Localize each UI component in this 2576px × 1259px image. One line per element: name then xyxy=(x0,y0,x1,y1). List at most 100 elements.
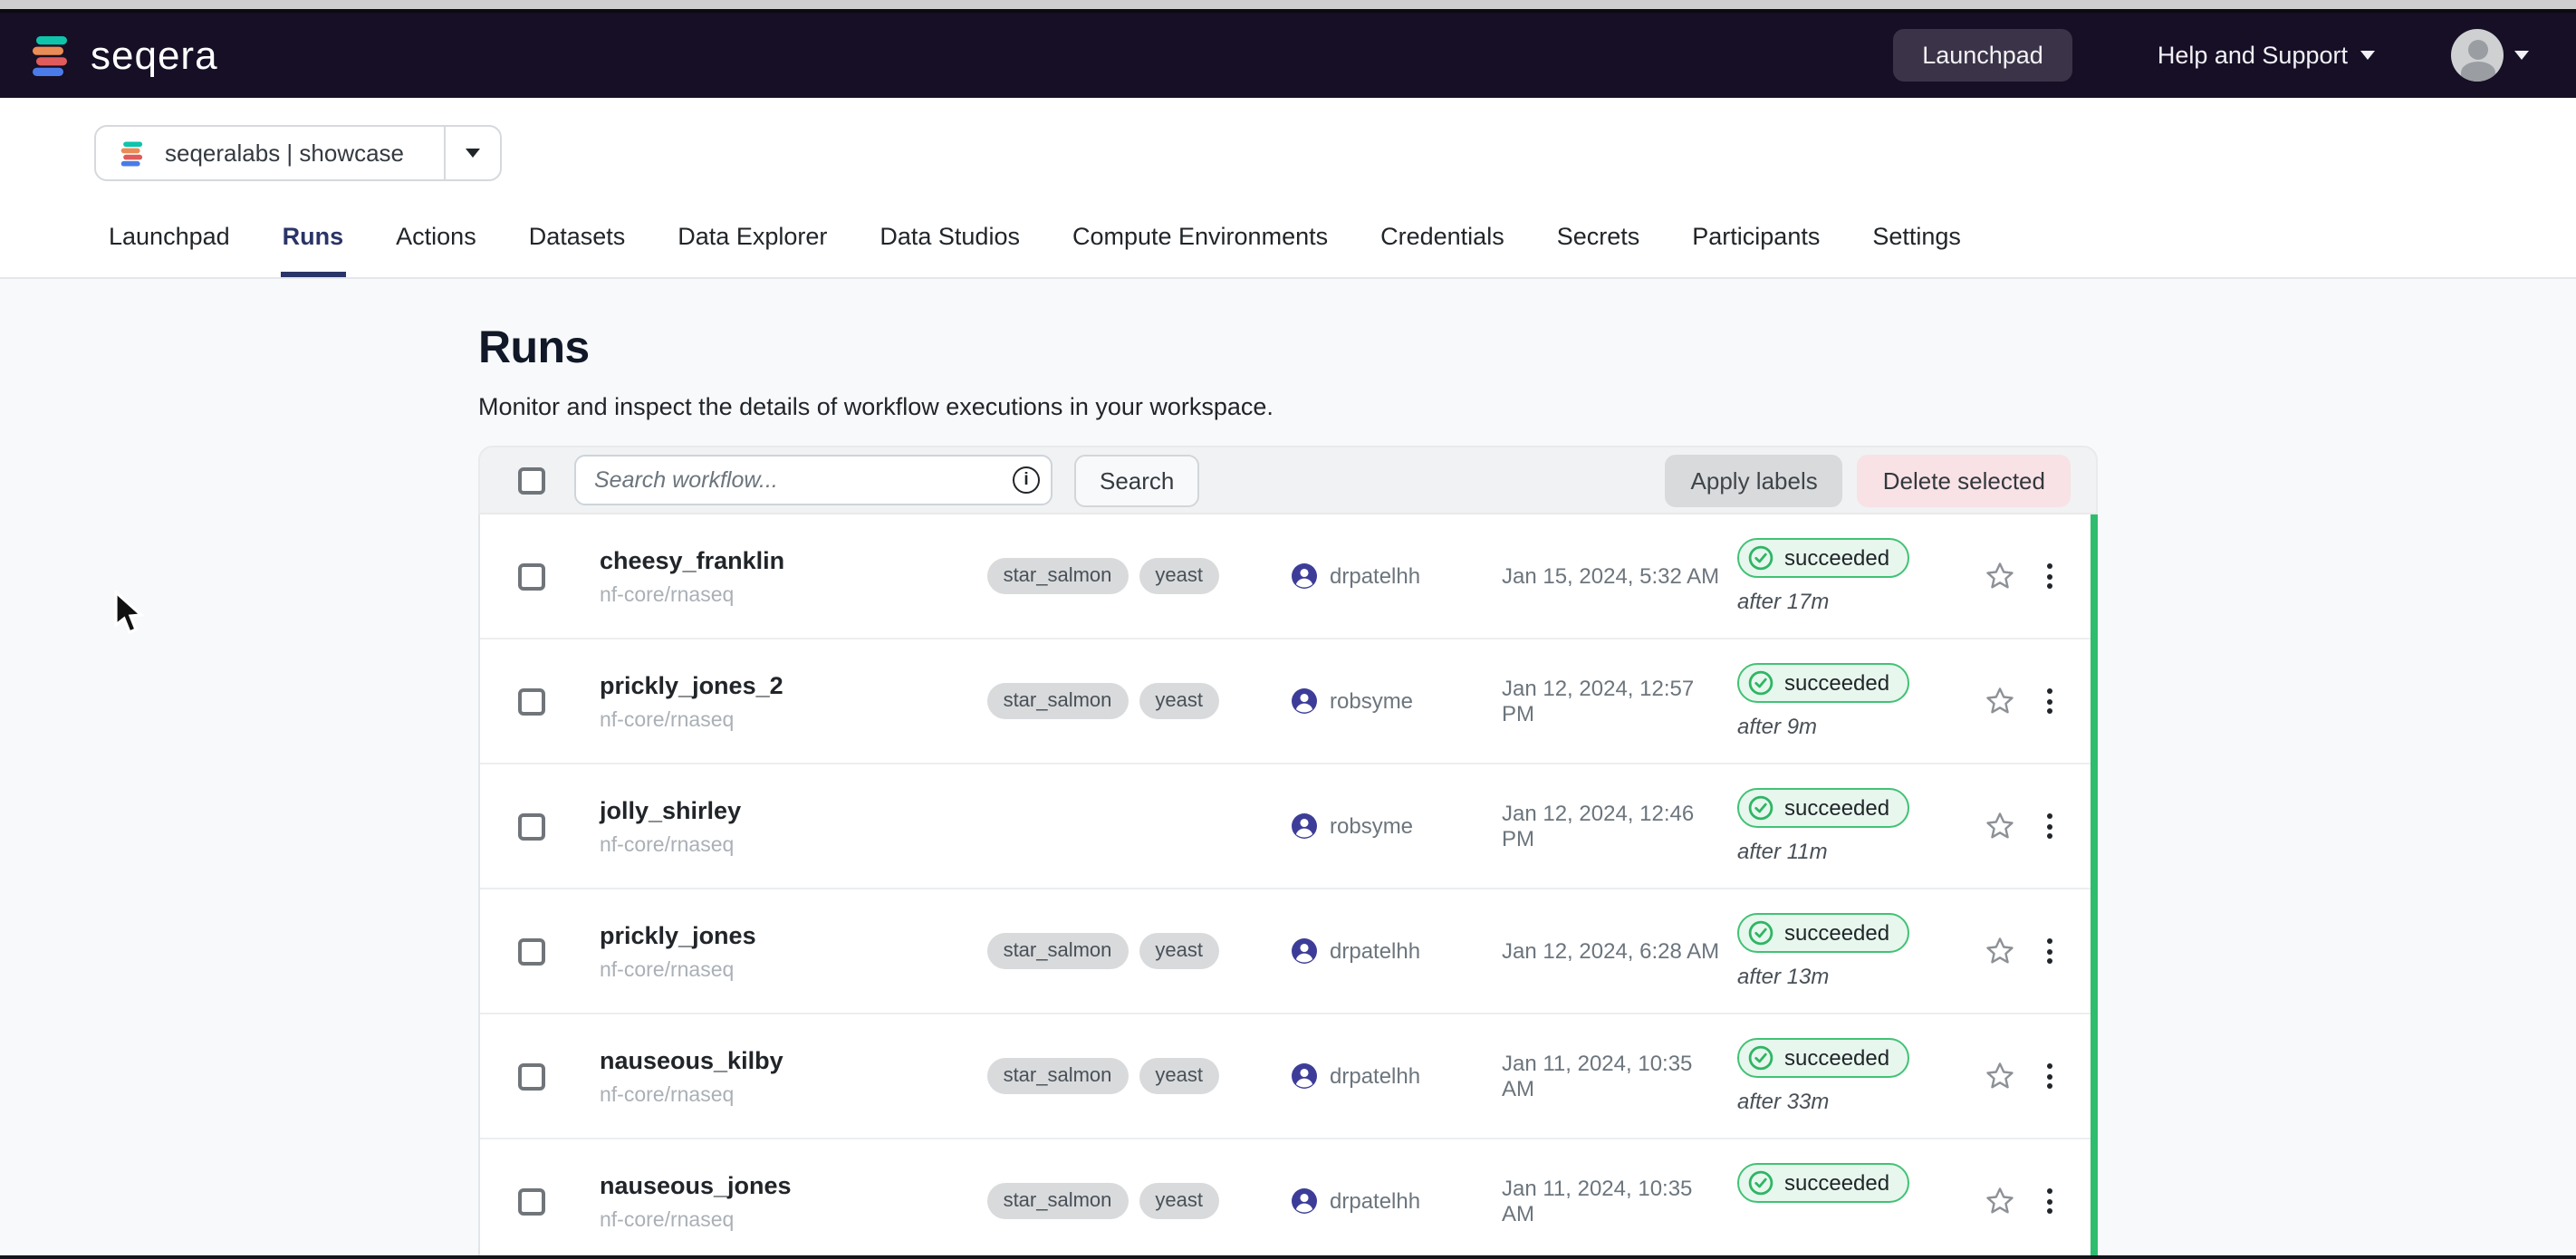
check-circle-icon xyxy=(1748,920,1773,946)
user-menu[interactable] xyxy=(2451,29,2529,82)
tab-settings[interactable]: Settings xyxy=(1870,219,1963,277)
label-pill: star_salmon xyxy=(987,933,1129,969)
status-label: succeeded xyxy=(1784,670,1889,696)
run-duration: after 17m xyxy=(1737,589,1966,614)
select-all-checkbox[interactable] xyxy=(518,466,545,494)
run-pipeline: nf-core/rnaseq xyxy=(600,584,980,606)
avatar xyxy=(2451,29,2504,82)
run-duration: after 11m xyxy=(1737,839,1966,864)
tab-actions[interactable]: Actions xyxy=(394,219,478,277)
workspace-selector[interactable]: seqeralabs | showcase xyxy=(94,125,502,181)
run-duration: after 13m xyxy=(1737,964,1966,989)
run-date: Jan 12, 2024, 6:28 AM xyxy=(1502,938,1723,964)
check-circle-icon xyxy=(1748,1170,1773,1196)
status-badge: succeeded xyxy=(1737,538,1909,578)
help-and-support-menu[interactable]: Help and Support xyxy=(2158,42,2375,69)
content-area: Runs Monitor and inspect the details of … xyxy=(0,279,2576,1226)
run-name[interactable]: prickly_jones_2 xyxy=(600,671,980,698)
run-duration xyxy=(1737,1214,1966,1239)
run-date: Jan 11, 2024, 10:35 AM xyxy=(1502,1176,1723,1226)
run-name[interactable]: cheesy_franklin xyxy=(600,546,980,573)
label-pill: yeast xyxy=(1139,1058,1219,1094)
run-row[interactable]: jolly_shirley nf-core/rnaseq robsyme xyxy=(480,764,2096,889)
tab-credentials[interactable]: Credentials xyxy=(1379,219,1506,277)
tab-participants[interactable]: Participants xyxy=(1690,219,1821,277)
run-date: Jan 12, 2024, 12:46 PM xyxy=(1502,801,1723,851)
tab-compute-environments[interactable]: Compute Environments xyxy=(1071,219,1330,277)
run-date: Jan 15, 2024, 5:32 AM xyxy=(1502,563,1723,589)
run-duration: after 9m xyxy=(1737,714,1966,739)
tab-datasets[interactable]: Datasets xyxy=(527,219,628,277)
info-icon[interactable]: i xyxy=(1013,466,1040,494)
run-date: Jan 12, 2024, 12:57 PM xyxy=(1502,676,1723,726)
check-circle-icon xyxy=(1748,670,1773,696)
seqera-brand[interactable]: seqera xyxy=(27,32,218,79)
star-button[interactable] xyxy=(1966,810,2034,842)
brand-name: seqera xyxy=(91,32,218,79)
row-menu-button[interactable] xyxy=(2034,688,2063,714)
workspace-name: seqeralabs | showcase xyxy=(165,139,404,167)
star-icon xyxy=(1984,935,2016,967)
star-icon xyxy=(1984,810,2016,842)
seqera-logo-icon xyxy=(27,32,74,79)
run-labels: star_salmonyeast xyxy=(980,1058,1219,1094)
run-row[interactable]: prickly_jones nf-core/rnaseq star_salmon… xyxy=(480,889,2096,1014)
star-button[interactable] xyxy=(1966,560,2034,592)
row-menu-button[interactable] xyxy=(2034,938,2063,964)
star-button[interactable] xyxy=(1966,1060,2034,1092)
launchpad-button[interactable]: Launchpad xyxy=(1893,29,2072,82)
run-row[interactable]: nauseous_jones nf-core/rnaseq star_salmo… xyxy=(480,1139,2096,1259)
runs-toolbar: i Search Apply labels Delete selected xyxy=(478,446,2098,514)
run-name[interactable]: nauseous_kilby xyxy=(600,1046,980,1073)
run-user: drpatelhh xyxy=(1330,1188,1420,1214)
page-subtitle: Monitor and inspect the details of workf… xyxy=(478,393,2098,420)
check-circle-icon xyxy=(1748,545,1773,571)
row-menu-button[interactable] xyxy=(2034,1063,2063,1089)
status-badge: succeeded xyxy=(1737,913,1909,953)
apply-labels-button[interactable]: Apply labels xyxy=(1666,454,1843,506)
tab-data-explorer[interactable]: Data Explorer xyxy=(676,219,829,277)
run-user: robsyme xyxy=(1330,813,1413,839)
run-row[interactable]: cheesy_franklin nf-core/rnaseq star_salm… xyxy=(480,514,2096,639)
star-button[interactable] xyxy=(1966,685,2034,717)
run-row[interactable]: nauseous_kilby nf-core/rnaseq star_salmo… xyxy=(480,1014,2096,1139)
row-checkbox[interactable] xyxy=(518,1062,545,1090)
window-top-edge xyxy=(0,0,2576,13)
row-checkbox[interactable] xyxy=(518,812,545,840)
star-button[interactable] xyxy=(1966,1185,2034,1217)
chevron-down-icon xyxy=(2360,51,2375,60)
run-row[interactable]: prickly_jones_2 nf-core/rnaseq star_salm… xyxy=(480,639,2096,764)
runs-list: cheesy_franklin nf-core/rnaseq star_salm… xyxy=(478,514,2098,1259)
label-pill: star_salmon xyxy=(987,558,1129,594)
user-icon xyxy=(1292,1188,1317,1214)
chevron-down-icon xyxy=(2514,51,2529,60)
tab-secrets[interactable]: Secrets xyxy=(1555,219,1642,277)
delete-selected-button[interactable]: Delete selected xyxy=(1858,454,2071,506)
run-user: drpatelhh xyxy=(1330,1063,1420,1089)
row-checkbox[interactable] xyxy=(518,937,545,965)
search-input[interactable] xyxy=(574,455,1053,505)
row-menu-button[interactable] xyxy=(2034,1188,2063,1214)
row-checkbox[interactable] xyxy=(518,1187,545,1215)
row-menu-button[interactable] xyxy=(2034,563,2063,589)
status-badge: succeeded xyxy=(1737,788,1909,828)
row-checkbox[interactable] xyxy=(518,687,545,715)
tab-runs[interactable]: Runs xyxy=(281,219,346,277)
tab-launchpad[interactable]: Launchpad xyxy=(107,219,232,277)
run-name[interactable]: jolly_shirley xyxy=(600,796,980,823)
label-pill: star_salmon xyxy=(987,683,1129,719)
workspace-dropdown-toggle[interactable] xyxy=(444,127,500,179)
search-button[interactable]: Search xyxy=(1074,454,1199,506)
status-side-bar xyxy=(2091,514,2098,1259)
run-name[interactable]: nauseous_jones xyxy=(600,1171,980,1198)
star-button[interactable] xyxy=(1966,935,2034,967)
row-menu-button[interactable] xyxy=(2034,813,2063,839)
tab-data-studios[interactable]: Data Studios xyxy=(878,219,1022,277)
window-bottom-edge xyxy=(0,1255,2576,1259)
row-checkbox[interactable] xyxy=(518,562,545,590)
run-pipeline: nf-core/rnaseq xyxy=(600,834,980,856)
run-name[interactable]: prickly_jones xyxy=(600,921,980,948)
status-label: succeeded xyxy=(1784,545,1889,571)
star-icon xyxy=(1984,1060,2016,1092)
run-labels: star_salmonyeast xyxy=(980,683,1219,719)
